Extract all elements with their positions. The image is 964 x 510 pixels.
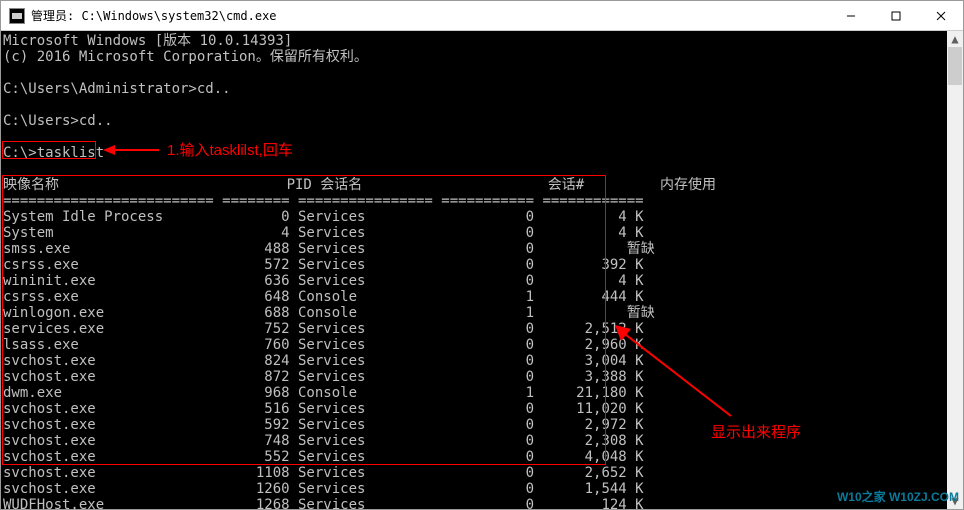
scroll-track[interactable] <box>947 47 963 493</box>
terminal-output[interactable]: Microsoft Windows [版本 10.0.14393] (c) 20… <box>1 31 947 509</box>
maximize-button[interactable] <box>873 2 918 30</box>
close-icon <box>936 11 946 21</box>
annotation-step1-text: 1.输入tasklilst,回车 <box>167 139 293 160</box>
annotation-step1: 1.输入tasklilst,回车 <box>101 139 293 160</box>
chevron-up-icon: ▲ <box>951 32 958 46</box>
titlebar[interactable]: 管理员: C:\Windows\system32\cmd.exe <box>1 1 963 31</box>
scroll-thumb[interactable] <box>948 47 962 85</box>
window-controls <box>828 2 963 30</box>
window-title: 管理员: C:\Windows\system32\cmd.exe <box>31 7 828 24</box>
close-button[interactable] <box>918 2 963 30</box>
cmd-window: 管理员: C:\Windows\system32\cmd.exe Microso… <box>0 0 964 510</box>
arrow-diagonal-icon <box>611 321 771 434</box>
chevron-down-icon: ▼ <box>951 494 958 508</box>
scroll-up-button[interactable]: ▲ <box>947 31 963 47</box>
arrow-left-icon <box>101 141 161 159</box>
minimize-icon <box>846 11 856 21</box>
minimize-button[interactable] <box>828 2 873 30</box>
scroll-down-button[interactable]: ▼ <box>947 493 963 509</box>
annotation-result: 显示出来程序 <box>711 421 801 442</box>
scrollbar[interactable]: ▲ ▼ <box>947 31 963 509</box>
cmd-icon <box>9 8 25 24</box>
maximize-icon <box>891 11 901 21</box>
